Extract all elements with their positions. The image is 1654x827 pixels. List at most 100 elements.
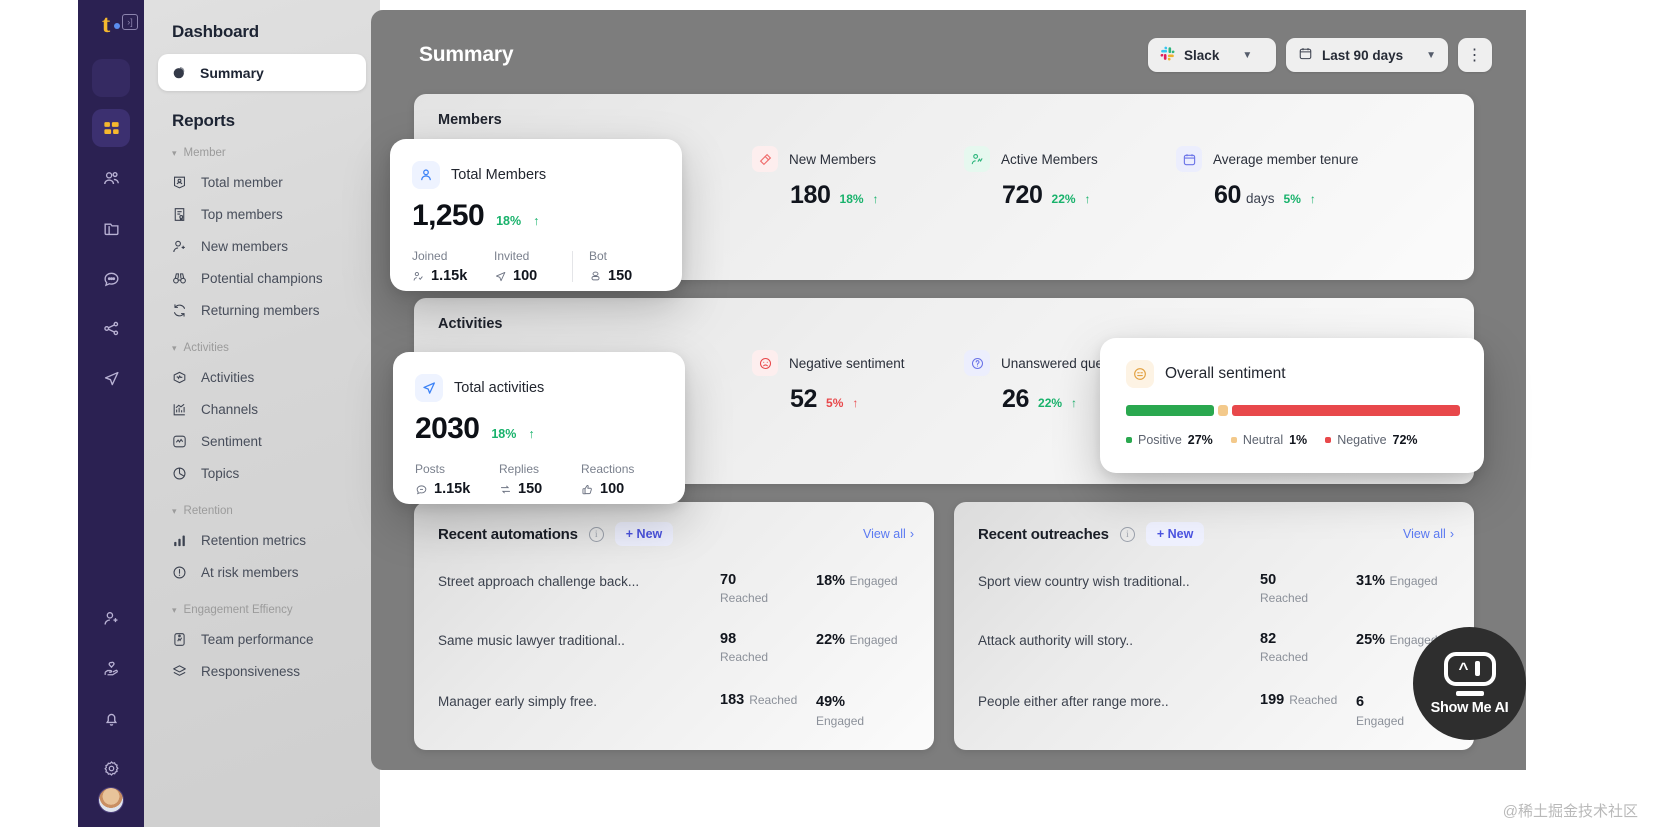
sidebar-item-potential-champions[interactable]: Potential champions [158, 263, 366, 294]
app-root: t ›] Dashboard Summary Reports ▾ Member … [0, 0, 1654, 827]
table-row[interactable]: Attack authority will story.. 82 Reached… [954, 631, 1474, 664]
rail-item-members[interactable] [92, 159, 130, 197]
sidebar-item-responsiveness[interactable]: Responsiveness [158, 656, 366, 687]
total-members-value-row: 1,250 18% ↑ [412, 199, 682, 233]
more-options-button[interactable]: ⋮ [1458, 38, 1492, 72]
question-icon [964, 350, 990, 376]
trend-up-icon: ↑ [1084, 192, 1091, 206]
table-row[interactable]: Manager early simply free. 183 Reached 4… [414, 692, 934, 730]
metric-label: New Members [789, 151, 877, 167]
total-members-header: Total Members [412, 161, 682, 189]
metric-active-members[interactable]: Active Members 720 22% ↑ [956, 146, 1168, 210]
metric-negative-sentiment[interactable]: Negative sentiment 52 5% ↑ [744, 350, 956, 414]
table-row[interactable]: People either after range more.. 199 Rea… [954, 692, 1474, 730]
sidebar-group-engagement[interactable]: ▾ Engagement Effiency [172, 604, 366, 616]
rail-item-settings[interactable] [92, 749, 130, 787]
bot-icon [589, 270, 602, 283]
sentiment-bar-negative [1231, 405, 1460, 416]
sentiment-bar-positive [1126, 405, 1215, 416]
send-icon [494, 270, 507, 283]
overall-sentiment-float-card[interactable]: Overall sentiment Positive 27% Neutral 1… [1100, 338, 1484, 473]
sidebar-item-new-members[interactable]: New members [158, 231, 366, 262]
sidebar-item-label: Returning members [201, 303, 320, 318]
reached-label: Reached [1289, 693, 1338, 707]
chevron-down-icon: ▾ [172, 342, 177, 353]
rail-item-content[interactable] [92, 209, 130, 247]
sidebar-item-total-member[interactable]: Total member [158, 167, 366, 198]
legend-negative: Negative 72% [1325, 433, 1418, 447]
rail-item-conversations[interactable] [92, 259, 130, 297]
sidebar-item-label: Total member [201, 175, 283, 190]
metric-delta: 18% [839, 192, 864, 206]
table-row[interactable]: Street approach challenge back... 70 Rea… [414, 572, 934, 605]
metric-average-member-tenure[interactable]: Average member tenure 60 days 5% ↑ [1168, 146, 1428, 210]
sidebar-item-activities[interactable]: Activities [158, 362, 366, 393]
sidebar-item-returning-members[interactable]: Returning members [158, 295, 366, 326]
total-members-float-card[interactable]: Total Members 1,250 18% ↑ Joined 1.15k I… [390, 139, 682, 291]
outreaches-view-all-link[interactable]: View all › [1403, 527, 1454, 541]
avatar[interactable] [98, 787, 124, 813]
new-automation-button[interactable]: + New [614, 522, 674, 546]
date-range-select[interactable]: Last 90 days ▼ [1286, 38, 1448, 72]
automation-engaged: 22% Engaged [816, 631, 914, 649]
automations-view-all-link[interactable]: View all › [863, 527, 914, 541]
total-members-breakdown: Joined 1.15k Invited 100 Bot 150 [412, 249, 682, 284]
sidebar-item-channels[interactable]: Channels [158, 394, 366, 425]
message-icon [415, 483, 428, 496]
sidebar-item-at-risk-members[interactable]: At risk members [158, 557, 366, 588]
rail-item-workflows[interactable] [92, 309, 130, 347]
performance-icon [170, 631, 188, 648]
metric-new-members[interactable]: New Members 180 18% ↑ [744, 146, 956, 210]
outreaches-title: Recent outreaches [978, 525, 1109, 543]
total-activities-float-card[interactable]: Total activities 2030 18% ↑ Posts 1.15k … [393, 352, 685, 504]
id-card-icon [170, 174, 188, 191]
breakdown-label: Replies [499, 462, 540, 476]
rail-item-dashboard[interactable] [92, 109, 130, 147]
table-row[interactable]: Same music lawyer traditional.. 98 Reach… [414, 631, 934, 664]
rail-item-invite[interactable] [92, 599, 130, 637]
chevron-down-icon: ▼ [1242, 49, 1253, 61]
automations-title: Recent automations [438, 525, 578, 543]
users-icon [102, 169, 121, 188]
sidebar-item-sentiment[interactable]: Sentiment [158, 426, 366, 457]
sidebar-group-retention[interactable]: ▾ Retention [172, 505, 366, 517]
sidebar-item-retention-metrics[interactable]: Retention metrics [158, 525, 366, 556]
workspace-switcher[interactable] [92, 59, 130, 97]
outreach-reached: 50 Reached [1260, 572, 1356, 605]
sidebar-item-top-members[interactable]: Top members [158, 199, 366, 230]
source-select-label: Slack [1184, 47, 1220, 63]
automation-name: Manager early simply free. [438, 694, 598, 709]
sidebar-item-topics[interactable]: Topics [158, 458, 366, 489]
date-range-label: Last 90 days [1322, 47, 1404, 63]
pie-slice-icon [170, 465, 188, 482]
chevron-right-icon: › [1449, 527, 1454, 541]
automation-engaged: 18% Engaged [816, 572, 914, 590]
rail-item-notifications[interactable] [92, 699, 130, 737]
reached-value: 50 [1260, 572, 1277, 588]
sidebar-group-member[interactable]: ▾ Member [172, 147, 366, 159]
breakdown-value-row: 100 [581, 481, 634, 497]
info-icon[interactable]: i [1119, 526, 1135, 542]
new-outreach-button[interactable]: + New [1145, 522, 1205, 546]
collapse-rail-button[interactable]: ›] [122, 14, 138, 30]
reached-label: Reached [1260, 650, 1309, 664]
page-title: Dashboard [172, 22, 259, 41]
reached-value: 70 [720, 572, 737, 588]
rail-item-outreach[interactable] [92, 359, 130, 397]
award-doc-icon [170, 206, 188, 223]
total-activities-value-row: 2030 18% ↑ [415, 412, 685, 446]
engaged-label: Engaged [1389, 574, 1438, 588]
icon-rail: t ›] [78, 0, 144, 827]
sidebar-item-team-performance[interactable]: Team performance [158, 624, 366, 655]
app-logo[interactable]: t [102, 12, 121, 37]
table-row[interactable]: Sport view country wish traditional.. 50… [954, 572, 1474, 605]
reached-value: 199 [1260, 692, 1285, 708]
sidebar-group-activities[interactable]: ▾ Activities [172, 342, 366, 354]
view-all-label: View all [1402, 527, 1446, 541]
info-icon[interactable]: i [588, 526, 604, 542]
legend-dot [1325, 437, 1332, 443]
rail-item-engagement[interactable] [92, 649, 130, 687]
reached-value: 183 [720, 692, 745, 708]
source-select[interactable]: Slack ▼ [1148, 38, 1277, 72]
sidebar-item-summary[interactable]: Summary [158, 54, 366, 91]
